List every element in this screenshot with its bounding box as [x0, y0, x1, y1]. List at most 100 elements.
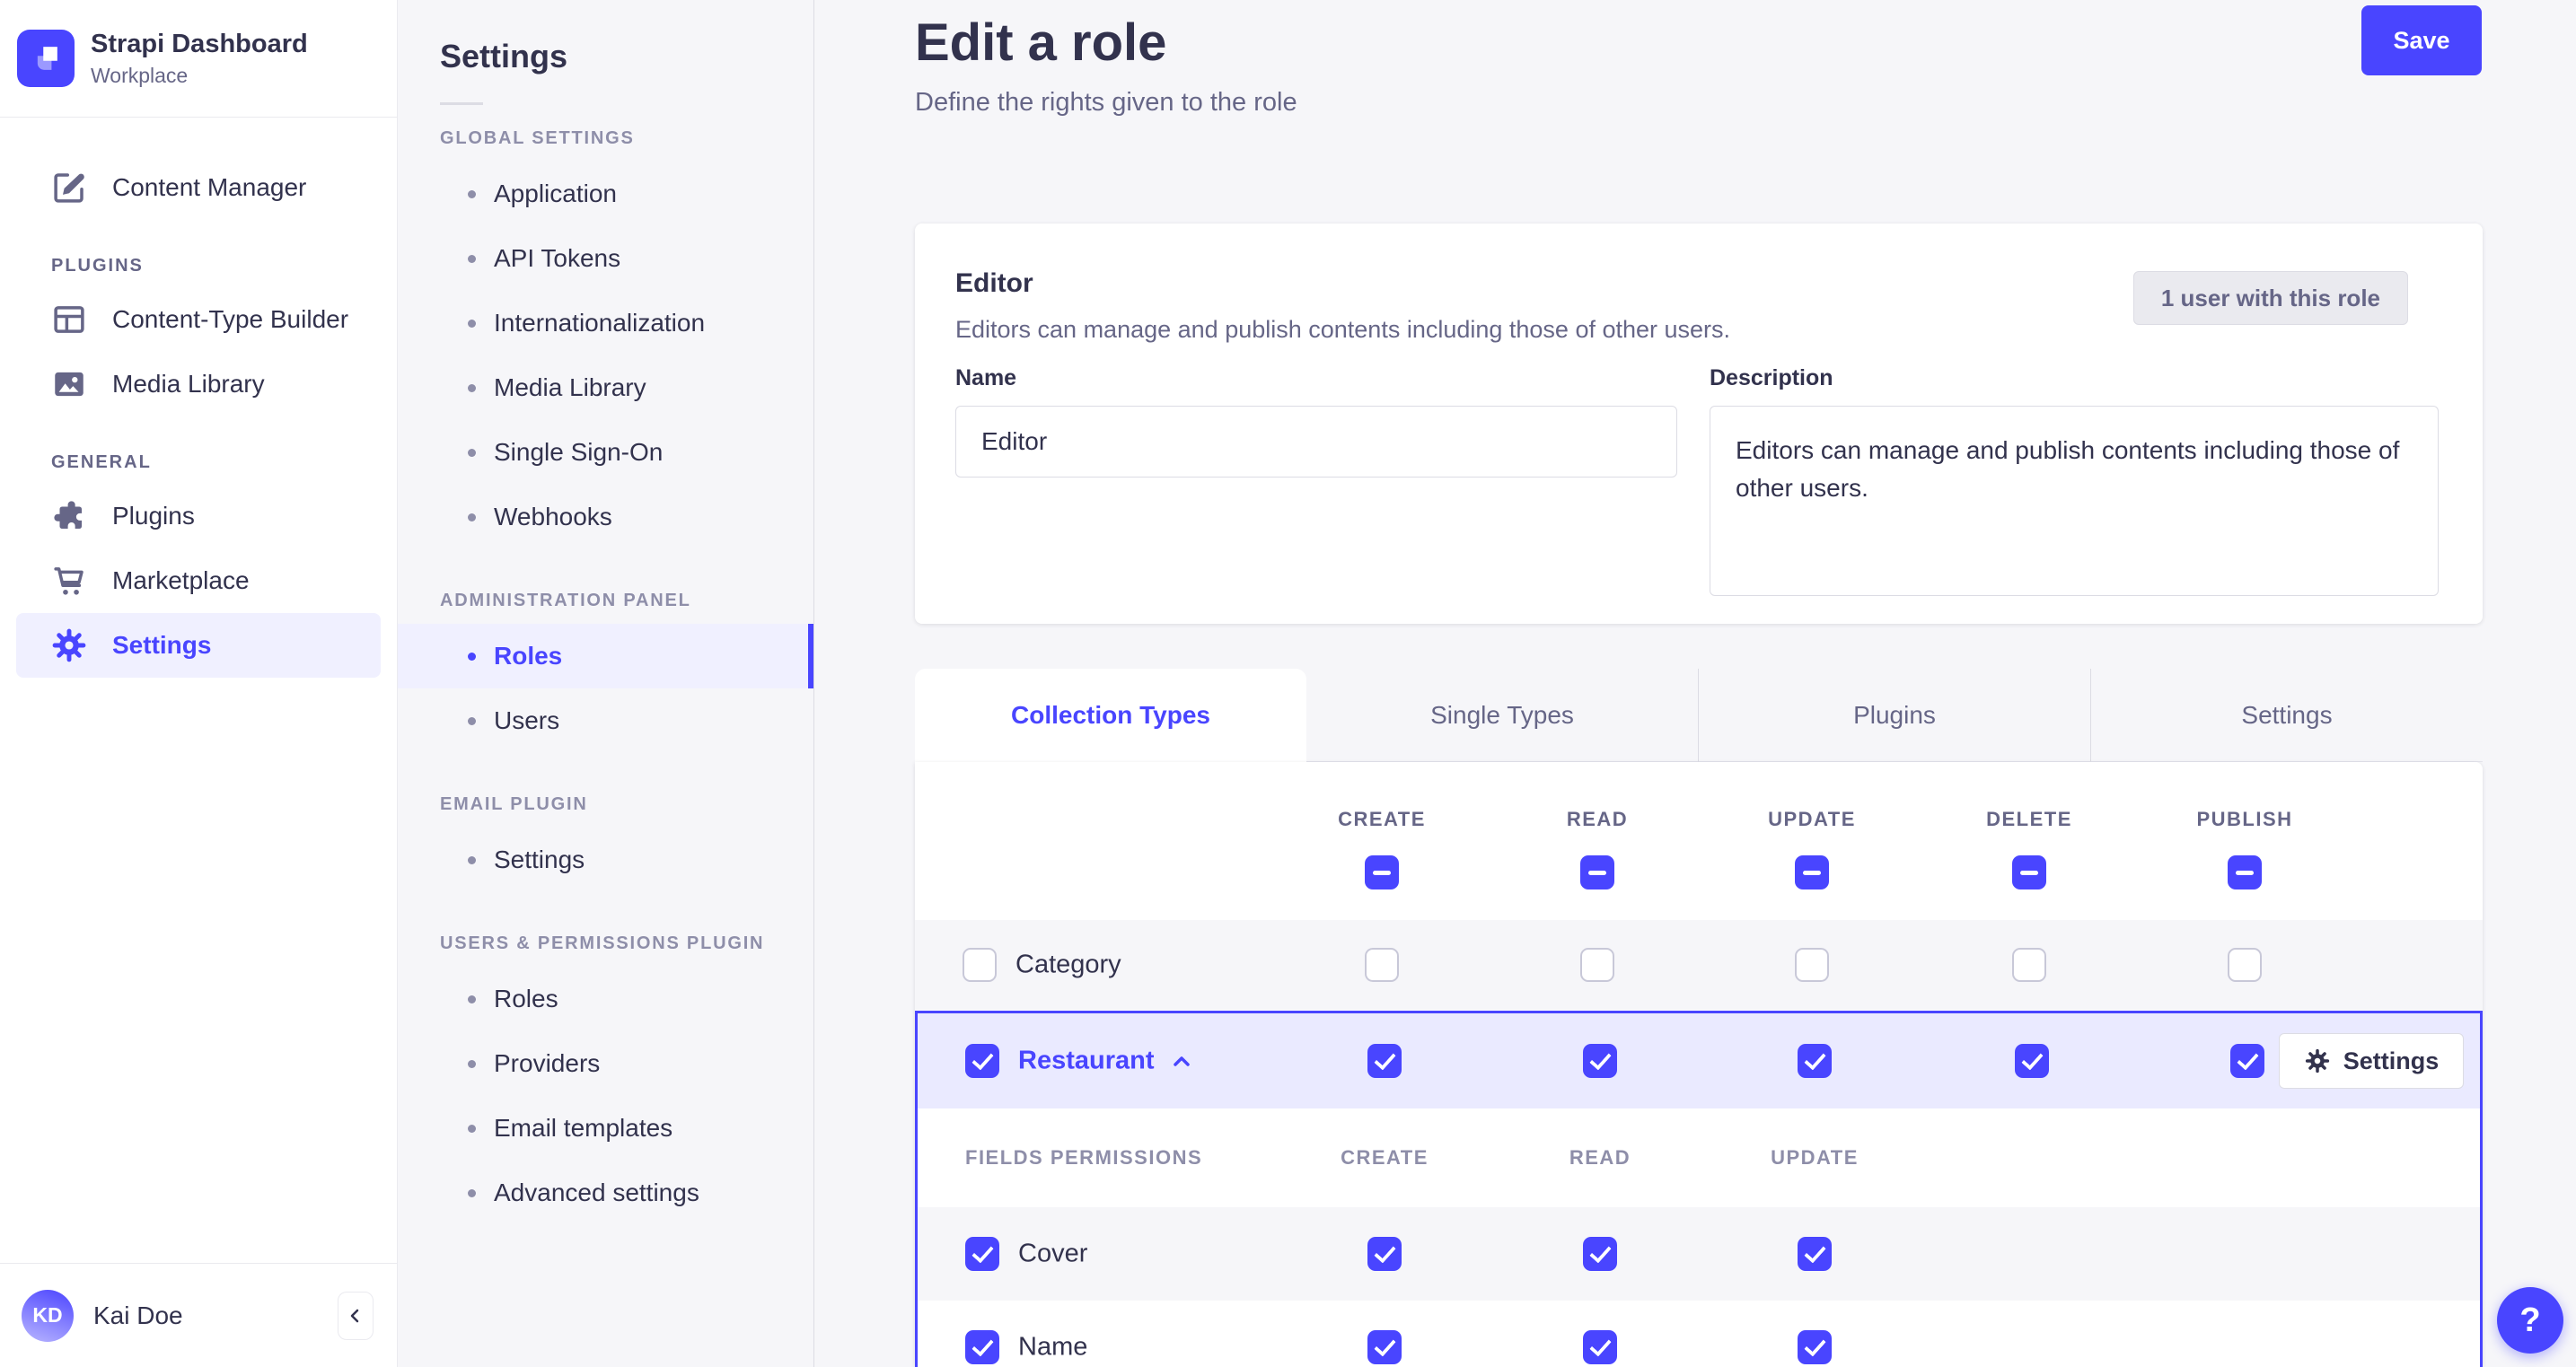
row-label[interactable]: Category — [1015, 951, 1121, 980]
role-name-heading: Editor — [955, 268, 1033, 298]
restaurant-publish-checkbox[interactable] — [2230, 1044, 2264, 1078]
sidebar-item-label: Plugins — [112, 502, 195, 530]
role-description-text: Editors can manage and publish contents … — [955, 316, 1731, 343]
restaurant-expanded-box: Restaurant Settings FIELDS PERMISSIONS C… — [915, 1011, 2483, 1367]
restaurant-update-checkbox[interactable] — [1798, 1044, 1832, 1078]
users-with-role-button[interactable]: 1 user with this role — [2132, 271, 2408, 325]
select-all-publish-checkbox[interactable] — [2228, 855, 2262, 889]
sidebar-item-media-library-settings[interactable]: Media Library — [398, 355, 813, 420]
help-button[interactable]: ? — [2497, 1287, 2563, 1354]
bullet-icon — [468, 1124, 476, 1133]
fields-column-read: READ — [1569, 1146, 1631, 1169]
bullet-icon — [468, 189, 476, 198]
name-input[interactable] — [955, 406, 1677, 478]
category-update-checkbox[interactable] — [1795, 948, 1829, 982]
sidebar-item-settings[interactable]: Settings — [16, 613, 381, 678]
page-title: Edit a role — [915, 13, 1167, 72]
sidebar-item-plugins[interactable]: Plugins — [16, 484, 381, 548]
tab-collection-types[interactable]: Collection Types — [915, 669, 1306, 762]
row-label[interactable]: Name — [1018, 1333, 1087, 1363]
restaurant-create-checkbox[interactable] — [1367, 1044, 1402, 1078]
sidebar-item-admin-roles[interactable]: Roles — [398, 624, 813, 688]
workspace-switcher[interactable]: Strapi Dashboard Workplace — [0, 0, 397, 118]
sidebar-item-webhooks[interactable]: Webhooks — [398, 485, 813, 549]
divider — [440, 102, 483, 105]
sidebar-item-api-tokens[interactable]: API Tokens — [398, 226, 813, 291]
sidebar-item-internationalization[interactable]: Internationalization — [398, 291, 813, 355]
sidebar-item-label: Media Library — [112, 370, 265, 398]
chevron-left-icon — [345, 1305, 366, 1327]
nav-section-general: GENERAL — [51, 452, 152, 472]
cover-read-checkbox[interactable] — [1583, 1237, 1617, 1271]
category-publish-checkbox[interactable] — [2228, 948, 2262, 982]
restaurant-toggle[interactable]: Restaurant — [1018, 1047, 1194, 1076]
media-library-icon — [50, 365, 88, 403]
column-header-publish: PUBLISH — [2196, 808, 2293, 830]
save-button[interactable]: Save — [2361, 5, 2482, 75]
settings-button-label: Settings — [2343, 1047, 2440, 1074]
bullet-icon — [468, 1059, 476, 1068]
sub-item-label: Users — [494, 706, 560, 734]
sidebar-item-email-settings[interactable]: Settings — [398, 828, 813, 892]
user-menu[interactable]: KD Kai Doe — [22, 1289, 183, 1342]
fields-column-update: UPDATE — [1771, 1146, 1859, 1169]
sub-item-label: Webhooks — [494, 503, 612, 530]
name-update-checkbox[interactable] — [1798, 1330, 1832, 1364]
cover-row-checkbox[interactable] — [965, 1237, 999, 1271]
sidebar-item-label: Content-Type Builder — [112, 305, 349, 333]
plugins-icon — [50, 497, 88, 535]
bullet-icon — [468, 319, 476, 328]
nav-section-plugins: PLUGINS — [51, 256, 144, 276]
sub-item-label: Providers — [494, 1049, 601, 1077]
sidebar-item-up-providers[interactable]: Providers — [398, 1031, 813, 1096]
category-row-checkbox[interactable] — [963, 948, 997, 982]
restaurant-delete-checkbox[interactable] — [2015, 1044, 2049, 1078]
restaurant-settings-button[interactable]: Settings — [2279, 1033, 2464, 1089]
sidebar-item-up-advanced-settings[interactable]: Advanced settings — [398, 1161, 813, 1225]
sidebar-item-admin-users[interactable]: Users — [398, 688, 813, 753]
category-delete-checkbox[interactable] — [2012, 948, 2046, 982]
gear-icon — [2304, 1047, 2331, 1074]
select-all-read-checkbox[interactable] — [1580, 855, 1614, 889]
sidebar-item-marketplace[interactable]: Marketplace — [16, 548, 381, 613]
content-manager-icon — [50, 169, 88, 206]
category-create-checkbox[interactable] — [1365, 948, 1399, 982]
sub-item-label: Roles — [494, 642, 563, 670]
sidebar-item-content-type-builder[interactable]: Content-Type Builder — [16, 287, 381, 352]
sidebar-item-single-sign-on[interactable]: Single Sign-On — [398, 420, 813, 485]
section-global-settings: GLOBAL SETTINGS — [440, 128, 635, 148]
name-read-checkbox[interactable] — [1583, 1330, 1617, 1364]
sidebar-item-content-manager[interactable]: Content Manager — [16, 155, 381, 220]
restaurant-row-checkbox[interactable] — [965, 1044, 999, 1078]
section-users-permissions-plugin: USERS & PERMISSIONS PLUGIN — [440, 933, 765, 953]
sidebar-item-up-roles[interactable]: Roles — [398, 967, 813, 1031]
sidebar-item-media-library[interactable]: Media Library — [16, 352, 381, 416]
fields-column-create: CREATE — [1341, 1146, 1429, 1169]
user-footer: KD Kai Doe — [0, 1263, 397, 1367]
description-textarea[interactable]: Editors can manage and publish contents … — [1710, 406, 2439, 596]
row-label[interactable]: Cover — [1018, 1240, 1087, 1269]
tab-single-types[interactable]: Single Types — [1306, 669, 1698, 762]
cover-update-checkbox[interactable] — [1798, 1237, 1832, 1271]
select-all-delete-checkbox[interactable] — [2012, 855, 2046, 889]
sub-item-label: Media Library — [494, 373, 646, 401]
category-read-checkbox[interactable] — [1580, 948, 1614, 982]
restaurant-read-checkbox[interactable] — [1583, 1044, 1617, 1078]
name-row-checkbox[interactable] — [965, 1330, 999, 1364]
tab-plugins[interactable]: Plugins — [1698, 669, 2090, 762]
select-all-update-checkbox[interactable] — [1795, 855, 1829, 889]
tab-settings[interactable]: Settings — [2090, 669, 2483, 762]
sidebar-item-application[interactable]: Application — [398, 162, 813, 226]
bullet-icon — [468, 513, 476, 521]
role-details-card: Editor Editors can manage and publish co… — [915, 223, 2483, 624]
sub-item-label: API Tokens — [494, 244, 621, 272]
sub-item-label: Advanced settings — [494, 1179, 699, 1206]
bullet-icon — [468, 383, 476, 392]
collapse-sidebar-button[interactable] — [338, 1291, 374, 1340]
bullet-icon — [468, 855, 476, 864]
select-all-create-checkbox[interactable] — [1365, 855, 1399, 889]
cover-create-checkbox[interactable] — [1367, 1237, 1402, 1271]
sidebar-item-up-email-templates[interactable]: Email templates — [398, 1096, 813, 1161]
column-header-create: CREATE — [1338, 808, 1426, 830]
name-create-checkbox[interactable] — [1367, 1330, 1402, 1364]
